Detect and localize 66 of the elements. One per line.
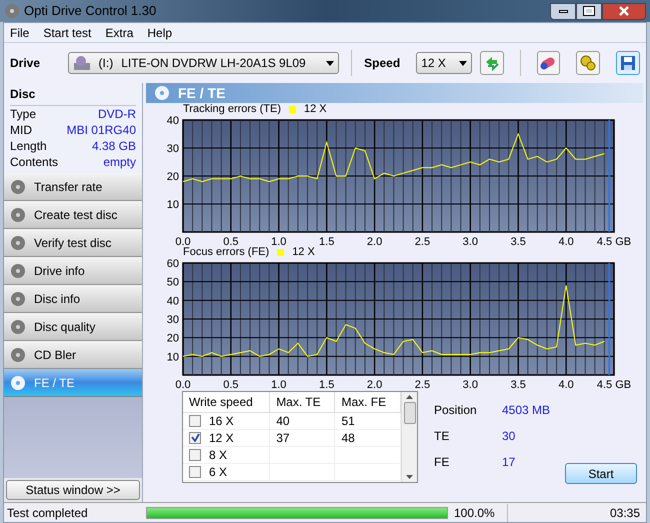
- speed-cell: 6 X: [209, 464, 228, 478]
- max-fe-cell: 51: [341, 414, 355, 428]
- y-tick-label: 40: [166, 116, 179, 127]
- y-tick-label: 60: [166, 259, 179, 270]
- disc-title: Disc: [10, 83, 136, 106]
- x-tick-label: 0.5: [223, 236, 239, 246]
- stat-value: 30: [502, 428, 516, 445]
- stat-value: 17: [502, 454, 516, 471]
- x-tick-label: 1.0: [271, 236, 286, 246]
- y-tick-label: 30: [166, 143, 179, 155]
- y-tick-label: 20: [166, 171, 179, 183]
- chart-title: Tracking errors (TE): [183, 103, 281, 116]
- window-title: Opti Drive Control 1.30: [24, 2, 156, 20]
- disc-field-value: DVD-R: [98, 106, 136, 122]
- disc-field-value: 4.38 GB: [92, 138, 136, 154]
- y-tick-label: 30: [166, 314, 179, 326]
- stat-label: TE: [434, 428, 450, 445]
- y-tick-label: 20: [166, 332, 179, 345]
- max-te-cell: 37: [276, 430, 290, 444]
- drive-name: LITE-ON DVDRW LH-20A1S 9L09: [121, 55, 306, 72]
- y-tick-label: 50: [166, 276, 179, 289]
- disc-field-label: Contents: [10, 154, 58, 170]
- disc-field-label: Type: [10, 106, 36, 122]
- status-text: Test completed: [6, 504, 89, 522]
- x-tick-label: 1.5: [319, 379, 334, 389]
- x-tick-label: 1.0: [271, 379, 286, 389]
- x-tick-label: 2.5: [414, 379, 430, 389]
- x-tick-label: 3.5: [510, 236, 526, 246]
- drive-letter: (I:): [98, 55, 114, 72]
- legend-label: 12 X: [292, 246, 315, 259]
- x-tick-label: 2.0: [366, 379, 382, 389]
- stat-value: 4503 MB: [502, 402, 550, 419]
- chart-title: Focus errors (FE): [183, 246, 270, 259]
- speed-cell: 8 X: [209, 448, 228, 462]
- x-tick-label: 0.0: [175, 236, 191, 246]
- x-tick-label: 3.0: [462, 379, 478, 389]
- x-tick-label: 4.5 GB: [596, 379, 632, 389]
- x-tick-label: 0.0: [175, 379, 191, 389]
- x-tick-label: 3.0: [462, 236, 478, 246]
- max-te-cell: 40: [276, 414, 290, 428]
- x-tick-label: 4.5 GB: [596, 236, 632, 246]
- disc-field-label: MID: [10, 122, 32, 138]
- x-tick-label: 0.5: [223, 379, 239, 389]
- stat-label: Position: [434, 402, 478, 419]
- max-fe-cell: 48: [341, 430, 355, 444]
- legend-label: 12 X: [304, 103, 327, 116]
- disc-field-value: empty: [103, 154, 136, 170]
- y-tick-label: 10: [166, 199, 179, 211]
- x-tick-label: 2.5: [414, 236, 430, 246]
- disc-field-value: MBI 01RG40: [66, 122, 136, 138]
- y-tick-label: 10: [166, 351, 179, 364]
- x-tick-label: 2.0: [366, 236, 382, 246]
- elapsed-time: 03:35: [610, 504, 641, 522]
- panel-title: FE / TE: [178, 84, 226, 102]
- x-tick-label: 1.5: [319, 236, 334, 246]
- x-tick-label: 4.0: [558, 236, 574, 246]
- drive-label: Drive: [10, 55, 42, 72]
- stat-label: FE: [434, 454, 450, 471]
- y-tick-label: 40: [166, 295, 179, 308]
- speed-label: Speed: [364, 55, 400, 72]
- speed-cell: 12 X: [209, 430, 234, 444]
- x-tick-label: 3.5: [510, 379, 526, 389]
- progress-percent: 100.0%: [448, 504, 508, 522]
- x-tick-label: 4.0: [558, 379, 574, 389]
- disc-field-label: Length: [10, 138, 47, 154]
- speed-cell: 16 X: [209, 414, 234, 428]
